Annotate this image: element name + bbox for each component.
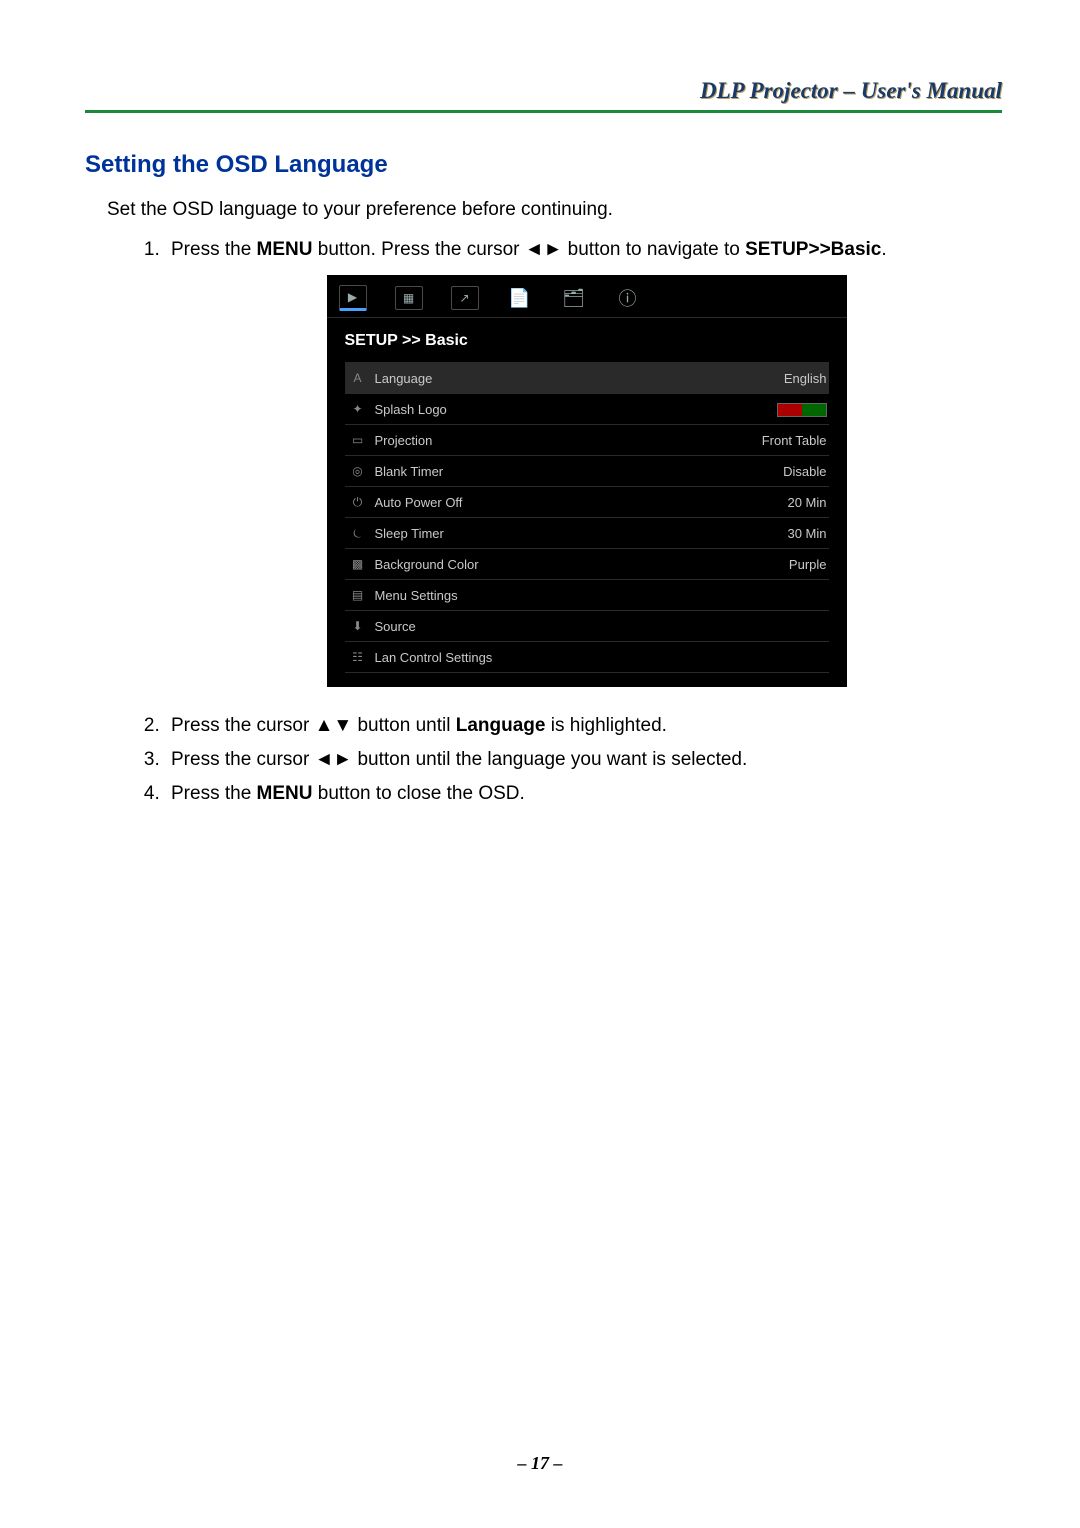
osd-row-sleep-timer[interactable]: ⏾ Sleep Timer 30 Min [345,517,829,548]
osd-value: Disable [727,464,827,479]
osd-row-menu-settings[interactable]: ▤ Menu Settings [345,579,829,610]
osd-label: Splash Logo [375,402,727,417]
page-header: DLP Projector – User's Manual [85,78,1002,113]
step-1-text3: . [881,239,886,260]
step-4: Press the MENU button to close the OSD. [165,783,1002,805]
step-2: Press the cursor ▲▼ button until Languag… [165,715,1002,737]
osd-row-projection[interactable]: ▭ Projection Front Table [345,424,829,455]
play-icon: ▶ [348,290,357,304]
osd-tab-display-icon[interactable]: ▦ [395,286,423,310]
step-1-text: Press the [171,239,257,260]
osd-label: Lan Control Settings [375,650,727,665]
step-3-text: Press the cursor ◄► button until the lan… [171,749,747,770]
osd-value: Front Table [727,433,827,448]
osd-tab-page2-icon[interactable]: 🗂 [561,287,587,309]
language-icon: A [347,371,369,385]
osd-row-splash-logo[interactable]: ✦ Splash Logo [345,393,829,424]
projection-icon: ▭ [347,433,369,447]
osd-label: Background Color [375,557,727,572]
step-1-text2: button. Press the cursor ◄► button to na… [313,239,746,260]
osd-tab-page1-icon[interactable]: 📄 [507,287,533,309]
arrow-icon: ↗ [459,291,469,305]
source-icon: ⬇ [347,619,369,633]
step-2-bold-language: Language [456,715,546,736]
osd-row-background-color[interactable]: ▩ Background Color Purple [345,548,829,579]
step-4-bold-menu: MENU [257,783,313,804]
sleep-icon: ⏾ [347,526,369,541]
osd-label: Source [375,619,727,634]
osd-row-language[interactable]: A Language English [345,362,829,393]
step-4-text2: button to close the OSD. [313,783,525,804]
osd-screenshot: ▶ ▦ ↗ 📄 🗂 ⓘ SETUP >> Basic A Language En… [171,275,1002,687]
osd-row-auto-power-off[interactable]: ⏻ Auto Power Off 20 Min [345,486,829,517]
lan-icon: ☷ [347,650,369,664]
instruction-list: Press the MENU button. Press the cursor … [137,239,1002,805]
splash-icon: ✦ [347,402,369,416]
osd-value-swatch [727,401,827,417]
osd-value: 30 Min [727,526,827,541]
osd-value: Purple [727,557,827,572]
step-4-text: Press the [171,783,257,804]
page-icon: 📄 [508,288,530,309]
osd-row-source[interactable]: ⬇ Source [345,610,829,641]
osd-tab-picture-icon[interactable]: ▶ [339,285,367,311]
step-2-text: Press the cursor ▲▼ button until [171,715,456,736]
osd-menu-list: A Language English ✦ Splash Logo ▭ Proje… [327,362,847,673]
intro-text: Set the OSD language to your preference … [107,199,1002,221]
osd-label: Menu Settings [375,588,727,603]
step-1: Press the MENU button. Press the cursor … [165,239,1002,687]
osd-tab-bar: ▶ ▦ ↗ 📄 🗂 ⓘ [327,275,847,318]
pattern-icon: ▩ [347,557,369,571]
step-1-bold-setup: SETUP>>Basic [745,239,881,260]
header-title: DLP Projector – User's Manual [700,78,1002,103]
osd-panel: ▶ ▦ ↗ 📄 🗂 ⓘ SETUP >> Basic A Language En… [327,275,847,687]
osd-title: SETUP >> Basic [327,318,847,362]
manual-page: DLP Projector – User's Manual Setting th… [0,0,1080,1528]
osd-value: 20 Min [727,495,827,510]
osd-tab-setup-icon[interactable]: ↗ [451,286,479,310]
pages-icon: 🗂 [562,288,585,309]
osd-label: Auto Power Off [375,495,727,510]
step-1-bold-menu: MENU [257,239,313,260]
grid-icon: ▦ [403,291,414,305]
menu-settings-icon: ▤ [347,588,369,602]
power-icon: ⏻ [347,495,369,510]
blank-timer-icon: ◎ [347,464,369,478]
osd-value: English [727,371,827,386]
info-icon: ⓘ [619,285,637,311]
osd-label: Blank Timer [375,464,727,479]
osd-label: Projection [375,433,727,448]
step-2-text2: is highlighted. [545,715,666,736]
section-heading: Setting the OSD Language [85,151,1002,179]
osd-tab-info-icon[interactable]: ⓘ [615,287,641,309]
page-number: – 17 – [0,1453,1080,1474]
osd-row-lan-control[interactable]: ☷ Lan Control Settings [345,641,829,673]
osd-label: Language [375,371,727,386]
step-3: Press the cursor ◄► button until the lan… [165,749,1002,771]
color-swatch-icon [777,403,827,417]
osd-row-blank-timer[interactable]: ◎ Blank Timer Disable [345,455,829,486]
osd-label: Sleep Timer [375,526,727,541]
